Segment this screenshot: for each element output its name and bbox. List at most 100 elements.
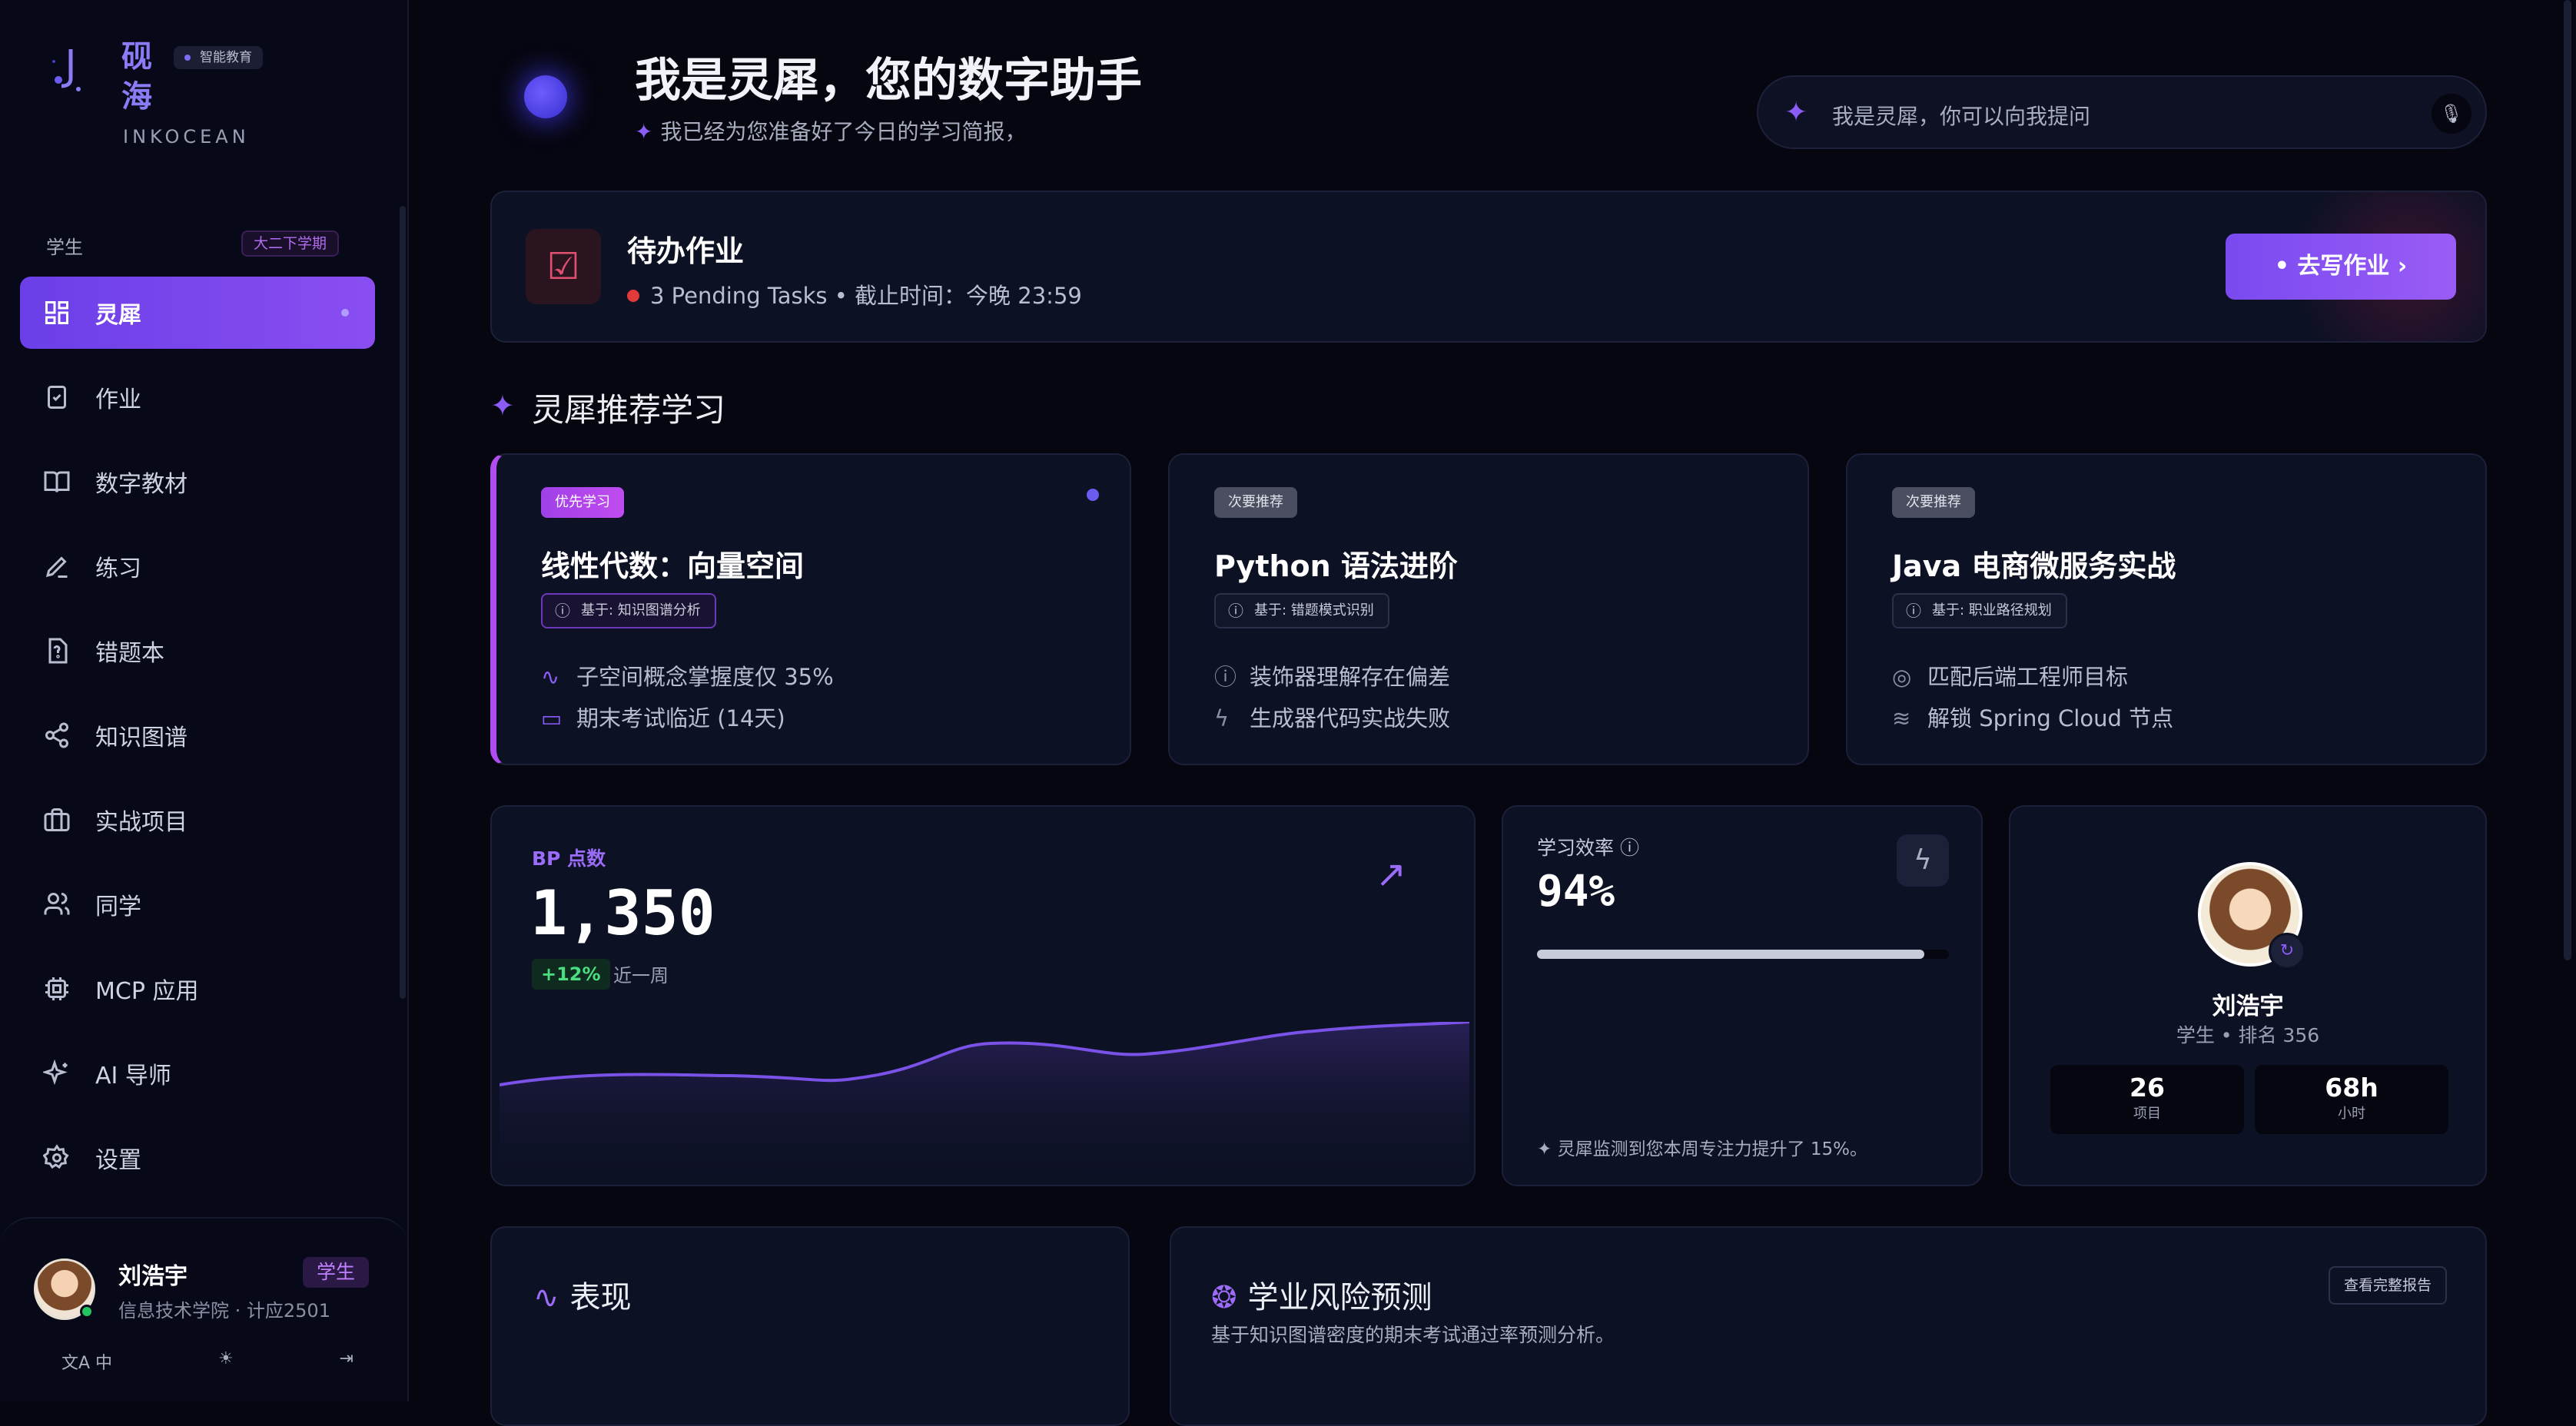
reason-text: 装饰器理解存在偏差	[1250, 664, 1451, 690]
bp-value: 1,350	[530, 877, 715, 949]
brain-icon: ❂	[1211, 1280, 1237, 1315]
bp-period: 近一周	[613, 965, 669, 987]
chip-icon	[45, 977, 68, 1000]
brand-logo-icon	[52, 49, 81, 91]
active-indicator-dot	[341, 309, 349, 317]
activity-icon: ∿	[541, 664, 560, 690]
sidebar-item-textbook[interactable]: 数字教材	[20, 446, 375, 518]
homework-title: 待办作业	[627, 234, 745, 268]
recommend-card[interactable]: 次要推荐 Java 电商微服务实战 基于: 职业路径规划 ◎匹配后端工程师目标 …	[1846, 453, 2487, 765]
recommend-basis: 基于: 知识图谱分析	[541, 593, 716, 628]
performance-title-text: 表现	[569, 1280, 632, 1315]
file-question-icon	[48, 638, 68, 664]
sidebar-item-lingxi[interactable]: 灵犀	[20, 277, 375, 349]
sparkles-icon: ✦	[635, 119, 653, 144]
term-badge: 大二下学期	[241, 230, 340, 257]
indicator-dot	[1087, 489, 1099, 501]
homework-meta: 3 Pending Tasks • 截止时间：今晚 23:59	[627, 278, 1082, 310]
sidebar-item-classmates[interactable]: 同学	[20, 868, 375, 940]
sidebar-item-label: 灵犀	[95, 302, 141, 329]
homework-meta-text: 3 Pending Tasks • 截止时间：今晚 23:59	[650, 283, 1082, 309]
stat-label: 项目	[2133, 1106, 2161, 1122]
sidebar-item-label: 作业	[95, 386, 141, 413]
recommend-reason: ⓘ 装饰器理解存在偏差	[1214, 659, 1450, 691]
recommend-reason: ≋ 解锁 Spring Cloud 节点	[1892, 701, 2173, 733]
logout-icon[interactable]: ⇥	[340, 1349, 354, 1374]
sidebar-nav: 灵犀 作业 数字教材 练习 错题本 知识图谱 实战项目 同学 MCP 应用 AI…	[20, 277, 375, 1206]
role-label: 学生	[46, 237, 83, 258]
sidebar-scrollbar[interactable]	[400, 206, 406, 999]
sidebar-item-label: AI 导师	[95, 1063, 171, 1089]
lightning-icon: ϟ	[1214, 705, 1230, 731]
recommend-reason: ∿ 子空间概念掌握度仅 35%	[541, 659, 834, 691]
profile-card: ↻ 刘浩宇 学生 • 排名 356 26 项目 68h 小时	[2009, 805, 2487, 1186]
sidebar-item-projects[interactable]: 实战项目	[20, 784, 375, 856]
sidebar-item-label: 练习	[95, 555, 141, 582]
sidebar-item-knowledge-graph[interactable]: 知识图谱	[20, 699, 375, 771]
performance-card: ∿ 表现	[490, 1226, 1130, 1426]
sidebar-item-label: MCP 应用	[95, 978, 199, 1005]
page-scrollbar[interactable]	[2564, 0, 2571, 960]
sparkles-icon: ✦	[1784, 97, 1808, 128]
reason-text: 生成器代码实战失败	[1250, 705, 1451, 731]
alert-circle-icon: ⓘ	[1214, 664, 1237, 690]
bp-sparkline	[500, 1022, 1469, 1185]
sparkles-icon: ✦	[490, 389, 515, 423]
language-label: 中	[95, 1354, 113, 1373]
stat-hours: 68h 小时	[2255, 1065, 2448, 1134]
sidebar-item-label: 同学	[95, 894, 141, 920]
sidebar-item-label: 数字教材	[95, 471, 188, 498]
hero-subtitle-text: 我已经为您准备好了今日的学习简报，	[660, 119, 1027, 144]
risk-prediction-card: ❂ 学业风险预测 基于知识图谱密度的期末考试通过率预测分析。 查看完整报告	[1170, 1226, 2487, 1426]
layers-icon: ≋	[1892, 705, 1911, 731]
assistant-search-bar[interactable]: ✦ 我是灵犀，你可以向我提问 🎙	[1757, 75, 2487, 149]
sidebar-item-settings[interactable]: 设置	[20, 1122, 375, 1194]
hero-title: 我是灵犀，您的数字助手	[635, 54, 1142, 108]
info-icon[interactable]: ⓘ	[1620, 837, 1639, 859]
sidebar-item-homework[interactable]: 作业	[20, 361, 375, 433]
theme-toggle-sun-icon[interactable]: ☀	[218, 1349, 234, 1374]
gear-icon	[43, 1144, 69, 1169]
sidebar: 砚海 智能教育 INKOCEAN 学生 大二下学期 灵犀 作业 数字教材 练习 …	[0, 0, 409, 1401]
priority-tag: 优先学习	[541, 487, 624, 518]
recommend-basis: 基于: 错题模式识别	[1214, 593, 1389, 628]
stat-projects: 26 项目	[2050, 1065, 2244, 1134]
sidebar-item-ai-tutor[interactable]: AI 导师	[20, 1037, 375, 1109]
sidebar-item-mistakes[interactable]: 错题本	[20, 615, 375, 687]
sidebar-item-label: 知识图谱	[95, 725, 188, 751]
efficiency-note: ✦ 灵犀监测到您本周专注力提升了 15%。	[1537, 1134, 1867, 1160]
reason-text: 匹配后端工程师目标	[1927, 664, 2129, 690]
risk-title: ❂ 学业风险预测	[1211, 1272, 1432, 1317]
user-role-badge: 学生	[303, 1257, 370, 1288]
secondary-tag: 次要推荐	[1214, 487, 1297, 518]
assistant-orb	[524, 75, 567, 118]
go-homework-button[interactable]: • 去写作业 ›	[2226, 234, 2456, 300]
language-toggle[interactable]: 文A 中	[61, 1349, 112, 1374]
risk-title-text: 学业风险预测	[1247, 1280, 1432, 1315]
refresh-icon[interactable]: ↻	[2269, 933, 2305, 970]
sparkles-icon	[43, 1060, 68, 1086]
recommend-reason: ◎ 匹配后端工程师目标	[1892, 659, 2128, 691]
microphone-icon[interactable]: 🎙	[2432, 94, 2471, 134]
efficiency-note-text: 灵犀监测到您本周专注力提升了 15%。	[1557, 1139, 1868, 1159]
search-input[interactable]: 我是灵犀，你可以向我提问	[1832, 100, 2090, 131]
sidebar-item-mcp[interactable]: MCP 应用	[20, 953, 375, 1025]
brand-tag: 智能教育	[174, 46, 263, 69]
brand-name-cn: 砚海	[121, 38, 152, 114]
recommend-reason: ▭ 期末考试临近 (14天)	[541, 701, 785, 733]
trending-up-icon: ↗	[1376, 853, 1407, 896]
sidebar-item-practice[interactable]: 练习	[20, 530, 375, 602]
recommend-card[interactable]: 次要推荐 Python 语法进阶 基于: 错题模式识别 ⓘ 装饰器理解存在偏差 ϟ…	[1168, 453, 1809, 765]
view-full-report-button[interactable]: 查看完整报告	[2328, 1266, 2447, 1305]
calendar-icon: ▭	[541, 705, 563, 731]
profile-name: 刘浩宇	[2212, 993, 2284, 1020]
recommend-title: Java 电商微服务实战	[1892, 549, 2176, 583]
brand-name-en: INKOCEAN	[123, 126, 250, 148]
stat-value: 68h	[2325, 1073, 2378, 1103]
share-nodes-icon	[45, 722, 68, 748]
profile-subtitle: 学生 • 排名 356	[2176, 1024, 2320, 1046]
efficiency-label-text: 学习效率	[1537, 837, 1615, 859]
user-name: 刘浩宇	[118, 1263, 188, 1290]
recommend-card[interactable]: 优先学习 线性代数：向量空间 基于: 知识图谱分析 ∿ 子空间概念掌握度仅 35%…	[490, 453, 1131, 765]
efficiency-card: 学习效率 ⓘ 94% ϟ ✦ 灵犀监测到您本周专注力提升了 15%。	[1502, 805, 1983, 1186]
